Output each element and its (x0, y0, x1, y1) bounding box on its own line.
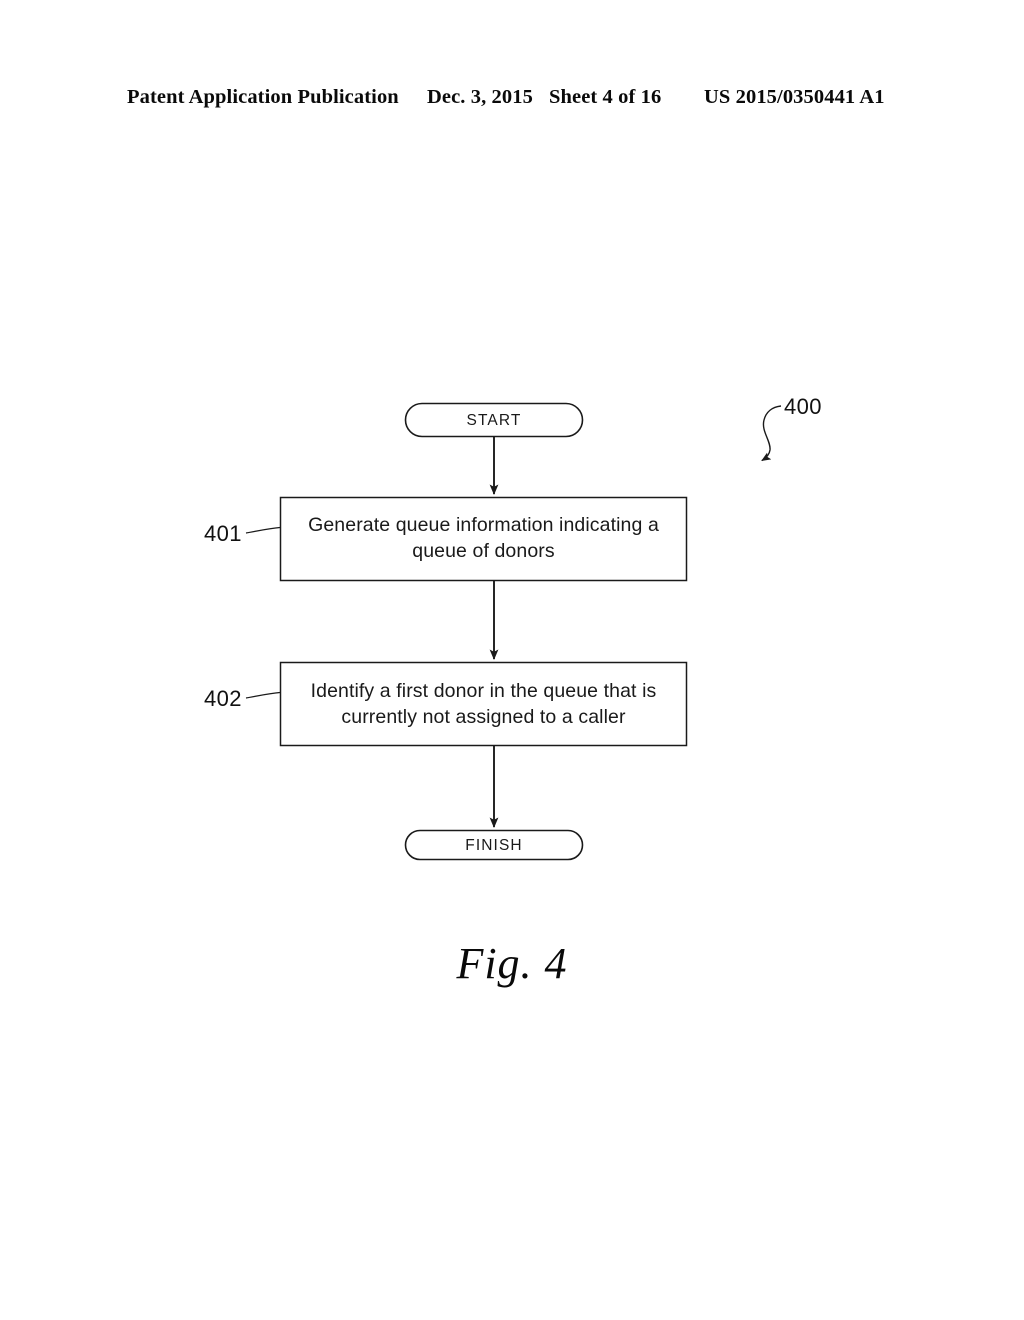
reference-numeral-402: 402 (204, 686, 242, 711)
leader-line-400 (761, 405, 782, 462)
reference-numeral-401: 401 (204, 521, 242, 546)
flowchart-svg (245, 402, 782, 861)
leader-line-402 (245, 691, 281, 699)
node-401-label: Generate queue information indicating a … (292, 512, 675, 564)
node-401-label-line1: Generate queue information indicating a (308, 514, 659, 536)
node-402-label-line2: currently not assigned to a caller (341, 706, 626, 728)
flowchart-figure: START Generate queue information indicat… (0, 0, 1024, 1320)
node-finish-label: FINISH (465, 837, 523, 854)
node-402-label-line1: Identify a first donor in the queue that… (310, 680, 657, 702)
figure-caption: Fig. 4 (456, 939, 568, 988)
leader-line-401 (245, 526, 281, 534)
node-402-label: Identify a first donor in the queue that… (292, 678, 675, 730)
reference-numeral-400: 400 (784, 394, 822, 419)
node-401-label-line2: queue of donors (412, 540, 555, 562)
node-start-label: START (466, 412, 522, 429)
